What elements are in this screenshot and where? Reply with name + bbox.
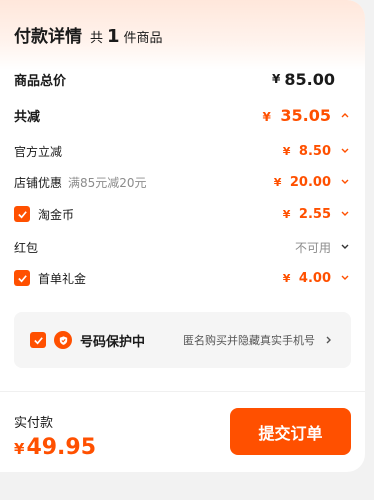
total-price-amount: ¥ 85.00 xyxy=(272,70,335,89)
item-count-prefix: 共 xyxy=(90,31,104,46)
total-price-value: 85.00 xyxy=(284,69,335,89)
chevron-down-icon[interactable] xyxy=(339,176,351,188)
store-discount-label: 店铺优惠 xyxy=(14,175,63,190)
chevron-down-icon[interactable] xyxy=(339,241,351,253)
red-packet-status: 不可用 xyxy=(294,240,331,255)
pay-amount: ¥49.95 xyxy=(14,435,96,460)
first-order-gift-row[interactable]: 首单礼金 ¥ 4.00 xyxy=(14,267,351,289)
payment-details-card: 付款详情 共 1 件商品 商品总价 ¥ 85.00 共减 ¥ 35.05 官方立… xyxy=(0,0,365,472)
taojinbi-label: 淘金币 xyxy=(38,207,75,222)
number-protection-left: 号码保护中 xyxy=(30,331,145,350)
discount-total-right: ¥ 35.05 xyxy=(262,106,351,125)
store-discount-rule: 满85元减20元 xyxy=(68,175,147,190)
taojinbi-row[interactable]: 淘金币 ¥ 2.55 xyxy=(14,203,351,225)
shield-icon xyxy=(54,331,72,349)
item-count-number: 1 xyxy=(107,26,120,47)
pay-value: 49.95 xyxy=(26,435,97,460)
item-count: 共 1 件商品 xyxy=(90,26,163,47)
taojinbi-currency: ¥ xyxy=(282,207,291,221)
total-price-label: 商品总价 xyxy=(14,73,67,89)
official-discount-right: ¥ 8.50 xyxy=(283,144,351,159)
discount-total-value: 35.05 xyxy=(280,105,331,125)
item-count-suffix: 件商品 xyxy=(123,31,163,46)
discount-total-row[interactable]: 共减 ¥ 35.05 xyxy=(14,104,351,126)
taojinbi-checkbox[interactable] xyxy=(14,206,30,222)
store-discount-amount: ¥ 20.00 xyxy=(274,175,331,190)
store-discount-value: 20.00 xyxy=(289,174,331,190)
number-protection-right: 匿名购买并隐藏真实手机号 xyxy=(183,332,335,348)
official-discount-row[interactable]: 官方立减 ¥ 8.50 xyxy=(14,140,351,162)
discount-total-label: 共减 xyxy=(14,109,41,125)
discount-total-amount: ¥ 35.05 xyxy=(262,106,331,125)
first-order-gift-currency: ¥ xyxy=(282,271,291,285)
page-title: 付款详情 xyxy=(14,27,82,47)
red-packet-row[interactable]: 红包 不可用 xyxy=(14,236,351,258)
store-discount-row[interactable]: 店铺优惠 满85元减20元 ¥ 20.00 xyxy=(14,171,351,193)
first-order-gift-label: 首单礼金 xyxy=(38,271,87,286)
number-protection-desc: 匿名购买并隐藏真实手机号 xyxy=(183,334,315,347)
first-order-gift-amount: ¥ 4.00 xyxy=(283,271,331,286)
pay-summary: 实付款 ¥49.95 xyxy=(14,412,96,460)
number-protection-title: 号码保护中 xyxy=(80,334,146,350)
pay-label: 实付款 xyxy=(14,416,54,431)
pay-currency: ¥ xyxy=(14,440,25,458)
chevron-down-icon[interactable] xyxy=(339,272,351,284)
official-discount-currency: ¥ xyxy=(282,144,291,158)
chevron-down-icon[interactable] xyxy=(339,208,351,220)
number-protection-panel[interactable]: 号码保护中 匿名购买并隐藏真实手机号 xyxy=(14,312,351,368)
taojinbi-amount: ¥ 2.55 xyxy=(283,207,331,222)
first-order-gift-value: 4.00 xyxy=(298,270,331,286)
first-order-gift-right: ¥ 4.00 xyxy=(283,271,351,286)
store-discount-left: 店铺优惠 满85元减20元 xyxy=(14,174,147,191)
chevron-down-icon[interactable] xyxy=(339,145,351,157)
first-order-gift-left: 首单礼金 xyxy=(14,270,86,287)
total-price-currency: ¥ xyxy=(272,72,281,86)
taojinbi-left: 淘金币 xyxy=(14,206,74,223)
store-discount-right: ¥ 20.00 xyxy=(274,175,351,190)
first-order-gift-checkbox[interactable] xyxy=(14,270,30,286)
official-discount-amount: ¥ 8.50 xyxy=(283,144,331,159)
number-protection-checkbox[interactable] xyxy=(30,332,46,348)
red-packet-label: 红包 xyxy=(14,240,39,255)
official-discount-value: 8.50 xyxy=(298,143,331,159)
payment-header: 付款详情 共 1 件商品 xyxy=(0,0,365,70)
red-packet-right: 不可用 xyxy=(295,239,351,256)
taojinbi-value: 2.55 xyxy=(298,206,331,222)
discount-total-currency: ¥ xyxy=(262,109,271,124)
chevron-right-icon[interactable] xyxy=(323,334,335,346)
official-discount-label: 官方立减 xyxy=(14,144,63,159)
chevron-up-icon[interactable] xyxy=(339,109,351,121)
taojinbi-right: ¥ 2.55 xyxy=(283,207,351,222)
total-price-row: 商品总价 ¥ 85.00 xyxy=(14,68,351,90)
footer-divider xyxy=(0,391,365,392)
store-discount-currency: ¥ xyxy=(273,175,282,189)
submit-order-button[interactable]: 提交订单 xyxy=(230,408,351,455)
